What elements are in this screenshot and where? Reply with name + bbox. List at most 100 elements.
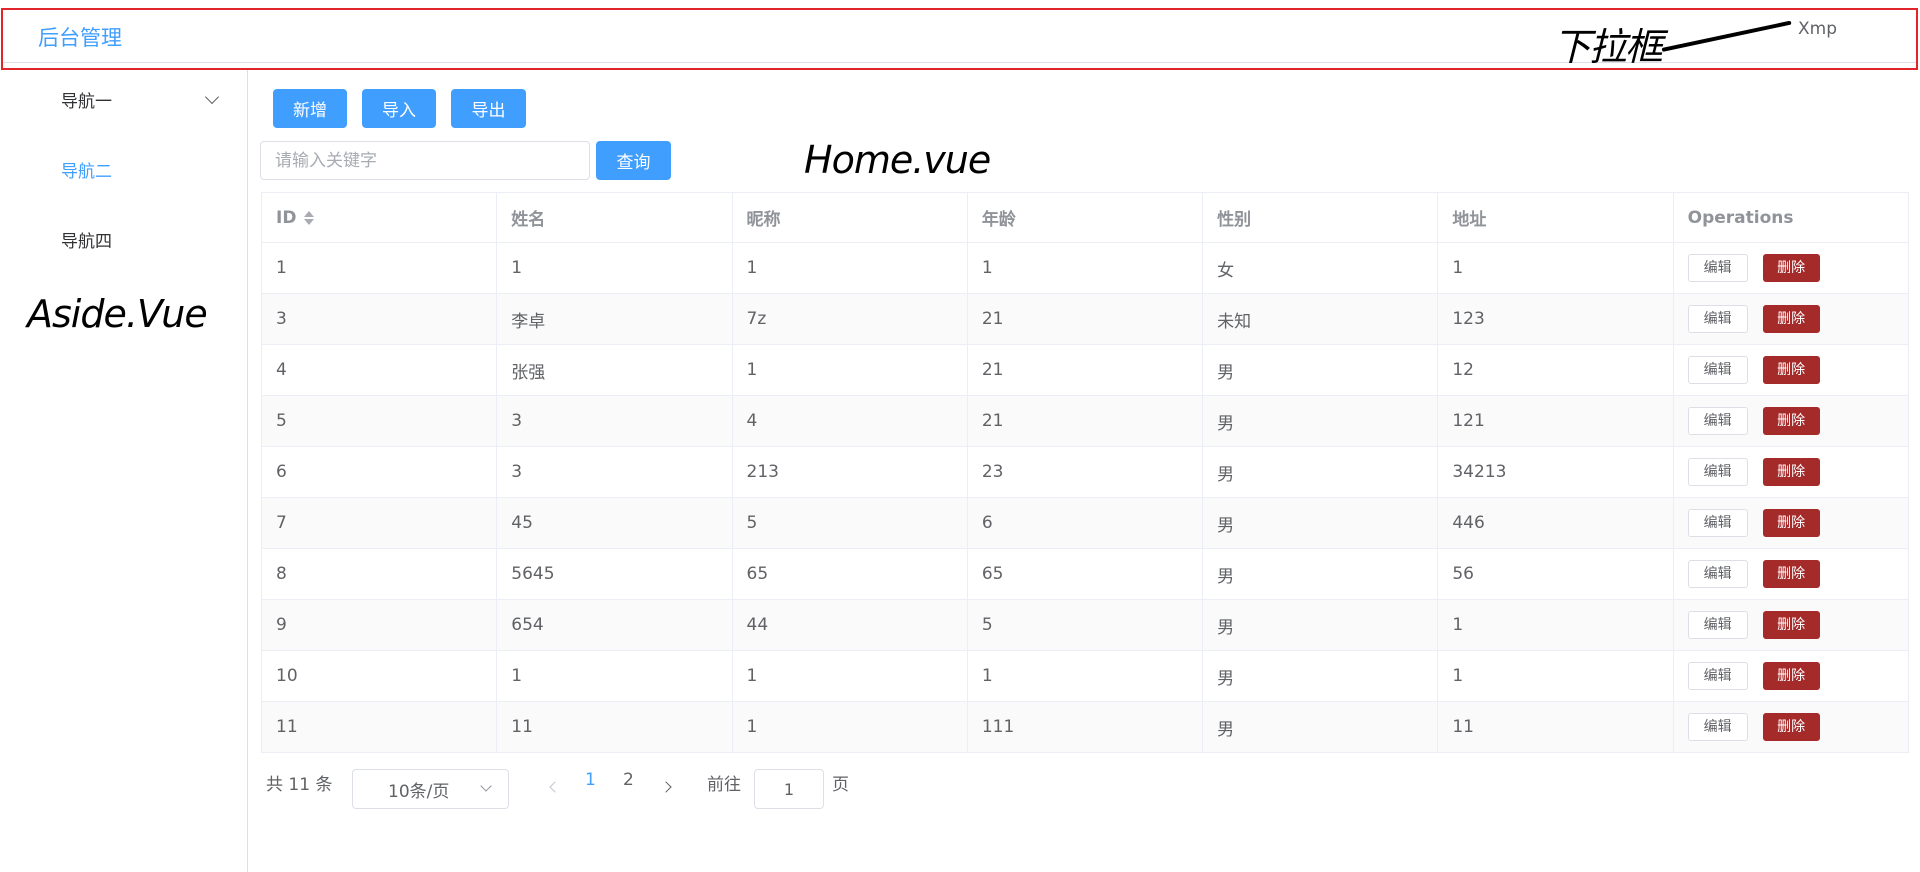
column-header-address: 地址 xyxy=(1437,192,1674,243)
brand-title: 后台管理 xyxy=(38,26,122,50)
table-cell: 11 xyxy=(261,701,498,753)
table-cell: 1 xyxy=(1437,650,1674,702)
chevron-down-icon xyxy=(480,780,492,792)
table-cell: 张强 xyxy=(496,344,733,396)
delete-button[interactable]: 删除 xyxy=(1762,458,1820,486)
add-button[interactable]: 新增 xyxy=(273,89,347,128)
operations-cell: 编辑 删除 xyxy=(1673,446,1910,498)
page-number-1[interactable]: 1 xyxy=(585,770,596,790)
table-cell: 男 xyxy=(1202,548,1439,600)
delete-button[interactable]: 删除 xyxy=(1762,662,1820,690)
search-button[interactable]: 查询 xyxy=(596,141,671,180)
table-cell: 21 xyxy=(967,344,1204,396)
table-cell: 65 xyxy=(732,548,968,600)
delete-button[interactable]: 删除 xyxy=(1762,560,1820,588)
table-row: 5 3 4 21 男 121 编辑 删除 xyxy=(261,395,1910,447)
table-cell: 11 xyxy=(496,701,733,753)
table-cell: 111 xyxy=(967,701,1204,753)
page-size-select[interactable]: 10条/页 xyxy=(352,769,509,809)
table-cell: 5645 xyxy=(496,548,733,600)
column-header-gender: 性别 xyxy=(1202,192,1439,243)
annotation-home: Home.vue xyxy=(804,138,991,182)
operations-cell: 编辑 删除 xyxy=(1673,242,1910,294)
delete-button[interactable]: 删除 xyxy=(1762,407,1820,435)
table-row: 1 1 1 1 女 1 编辑 删除 xyxy=(261,242,1910,294)
table-row: 11 11 1 111 男 11 编辑 删除 xyxy=(261,701,1910,753)
page-suffix: 页 xyxy=(832,775,849,795)
operations-cell: 编辑 删除 xyxy=(1673,497,1910,549)
goto-label: 前往 xyxy=(707,775,741,795)
edit-button[interactable]: 编辑 xyxy=(1687,356,1748,384)
table-cell: 男 xyxy=(1202,599,1439,651)
next-page-icon[interactable] xyxy=(660,781,672,793)
table-cell: 1 xyxy=(967,650,1204,702)
table-cell: 21 xyxy=(967,395,1204,447)
table-cell: 李卓 xyxy=(496,293,733,345)
annotation-dropdown: 下拉框 xyxy=(1553,25,1663,69)
page-number-2[interactable]: 2 xyxy=(623,770,634,790)
table-cell: 1 xyxy=(732,650,968,702)
delete-button[interactable]: 删除 xyxy=(1762,509,1820,537)
table-cell: 6 xyxy=(261,446,498,498)
edit-button[interactable]: 编辑 xyxy=(1687,458,1748,486)
sidebar-item-nav-4[interactable]: 导航四 xyxy=(61,227,112,252)
table-cell: 1 xyxy=(732,344,968,396)
table-cell: 8 xyxy=(261,548,498,600)
table-cell: 1 xyxy=(496,650,733,702)
table-cell: 7 xyxy=(261,497,498,549)
export-button[interactable]: 导出 xyxy=(451,89,526,128)
annotation-aside: Aside.Vue xyxy=(27,292,208,336)
column-header-nickname: 昵称 xyxy=(732,192,968,243)
column-header-name: 姓名 xyxy=(496,192,733,243)
table-cell: 5 xyxy=(732,497,968,549)
prev-page-icon[interactable] xyxy=(549,781,561,793)
column-header-age: 年龄 xyxy=(967,192,1204,243)
table-cell: 4 xyxy=(732,395,968,447)
edit-button[interactable]: 编辑 xyxy=(1687,509,1748,537)
chevron-down-icon[interactable] xyxy=(204,89,220,105)
table-cell: 12 xyxy=(1437,344,1674,396)
edit-button[interactable]: 编辑 xyxy=(1687,611,1748,639)
table-cell: 男 xyxy=(1202,497,1439,549)
table-row: 3 李卓 7z 21 未知 123 编辑 删除 xyxy=(261,293,1910,345)
table-row: 7 45 5 6 男 446 编辑 删除 xyxy=(261,497,1910,549)
pagination-total: 共 11 条 xyxy=(266,775,333,795)
table-cell: 10 xyxy=(261,650,498,702)
edit-button[interactable]: 编辑 xyxy=(1687,713,1748,741)
delete-button[interactable]: 删除 xyxy=(1762,611,1820,639)
user-dropdown[interactable]: Xmp xyxy=(1798,19,1837,39)
table-cell: 3 xyxy=(496,395,733,447)
table-cell: 男 xyxy=(1202,344,1439,396)
edit-button[interactable]: 编辑 xyxy=(1687,560,1748,588)
table-cell: 1 xyxy=(967,242,1204,294)
delete-button[interactable]: 删除 xyxy=(1762,305,1820,333)
edit-button[interactable]: 编辑 xyxy=(1687,407,1748,435)
edit-button[interactable]: 编辑 xyxy=(1687,254,1748,282)
table-cell: 3 xyxy=(496,446,733,498)
table-cell: 121 xyxy=(1437,395,1674,447)
sidebar-item-nav-2[interactable]: 导航二 xyxy=(61,157,112,182)
delete-button[interactable]: 删除 xyxy=(1762,356,1820,384)
edit-button[interactable]: 编辑 xyxy=(1687,662,1748,690)
delete-button[interactable]: 删除 xyxy=(1762,254,1820,282)
table-cell: 男 xyxy=(1202,650,1439,702)
table-cell: 7z xyxy=(732,293,968,345)
goto-page-input[interactable] xyxy=(754,769,824,809)
delete-button[interactable]: 删除 xyxy=(1762,713,1820,741)
table-cell: 34213 xyxy=(1437,446,1674,498)
sidebar-item-nav-1[interactable]: 导航一 xyxy=(61,87,112,112)
column-header-id[interactable]: ID xyxy=(261,192,498,243)
table-cell: 213 xyxy=(732,446,968,498)
table-row: 6 3 213 23 男 34213 编辑 删除 xyxy=(261,446,1910,498)
table-cell: 1 xyxy=(1437,242,1674,294)
operations-cell: 编辑 删除 xyxy=(1673,599,1910,651)
sort-icon[interactable] xyxy=(304,210,315,226)
table-cell: 男 xyxy=(1202,701,1439,753)
column-header-operations: Operations xyxy=(1673,192,1910,243)
table-cell: 男 xyxy=(1202,446,1439,498)
import-button[interactable]: 导入 xyxy=(362,89,436,128)
search-input[interactable] xyxy=(260,141,590,180)
table-cell: 男 xyxy=(1202,395,1439,447)
edit-button[interactable]: 编辑 xyxy=(1687,305,1748,333)
table-cell: 1 xyxy=(732,701,968,753)
